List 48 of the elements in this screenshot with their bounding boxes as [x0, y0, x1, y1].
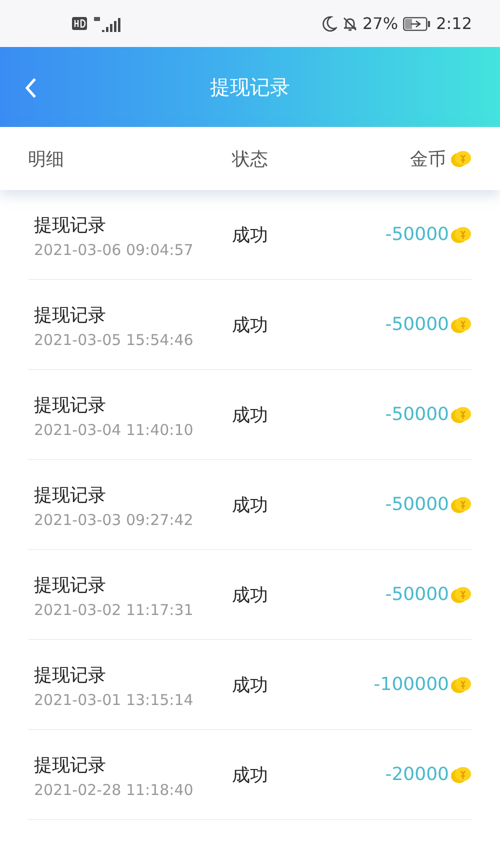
- record-title: 提现记录: [34, 304, 107, 326]
- coin-icon: [450, 494, 472, 514]
- coin-amount: -20000: [385, 764, 449, 785]
- record-title: 提现记录: [34, 484, 107, 506]
- record-time: 2021-03-06 09:04:57: [34, 240, 194, 258]
- column-label: 明细: [28, 148, 64, 170]
- record-time: 2021-03-03 09:27:42: [34, 510, 194, 528]
- record-title: 提现记录: [34, 394, 107, 416]
- signal-icon: [92, 16, 122, 32]
- record-status: 成功: [232, 764, 268, 786]
- coin-icon: [450, 148, 472, 168]
- column-label: 金币: [410, 148, 446, 170]
- clock-time: 2:12: [436, 14, 472, 33]
- record-title: 提现记录: [34, 754, 107, 776]
- record-status: 成功: [232, 224, 268, 246]
- record-title: 提现记录: [34, 664, 107, 686]
- page-title: 提现记录: [210, 74, 290, 100]
- battery-icon: [403, 16, 432, 30]
- record-time: 2021-03-05 15:54:46: [34, 330, 194, 348]
- coin-amount: -50000: [385, 224, 449, 245]
- battery-percent: 27%: [362, 14, 398, 33]
- coin-amount: -50000: [385, 494, 449, 515]
- moon-icon: [320, 16, 336, 32]
- coin-amount: -100000: [374, 674, 449, 695]
- hd-icon: [72, 17, 87, 30]
- record-status: 成功: [232, 314, 268, 336]
- record-time: 2021-02-28 11:18:40: [34, 780, 194, 798]
- record-status: 成功: [232, 584, 268, 606]
- back-icon[interactable]: [24, 77, 38, 99]
- coin-amount: -50000: [385, 404, 449, 425]
- record-time: 2021-03-04 11:40:10: [34, 420, 194, 438]
- coin-icon: [450, 404, 472, 424]
- coin-amount: -50000: [385, 314, 449, 335]
- record-time: 2021-03-01 13:15:14: [34, 690, 194, 708]
- record-title: 提现记录: [34, 214, 107, 236]
- record-status: 成功: [232, 404, 268, 426]
- coin-icon: [450, 674, 472, 694]
- coin-icon: [450, 224, 472, 244]
- record-title: 提现记录: [34, 574, 107, 596]
- record-status: 成功: [232, 494, 268, 516]
- coin-icon: [450, 764, 472, 784]
- bell-off-icon: [342, 16, 358, 32]
- column-label: 状态: [232, 148, 268, 170]
- coin-amount: -50000: [385, 584, 449, 605]
- coin-icon: [450, 314, 472, 334]
- record-time: 2021-03-02 11:17:31: [34, 600, 194, 618]
- record-status: 成功: [232, 674, 268, 696]
- coin-icon: [450, 584, 472, 604]
